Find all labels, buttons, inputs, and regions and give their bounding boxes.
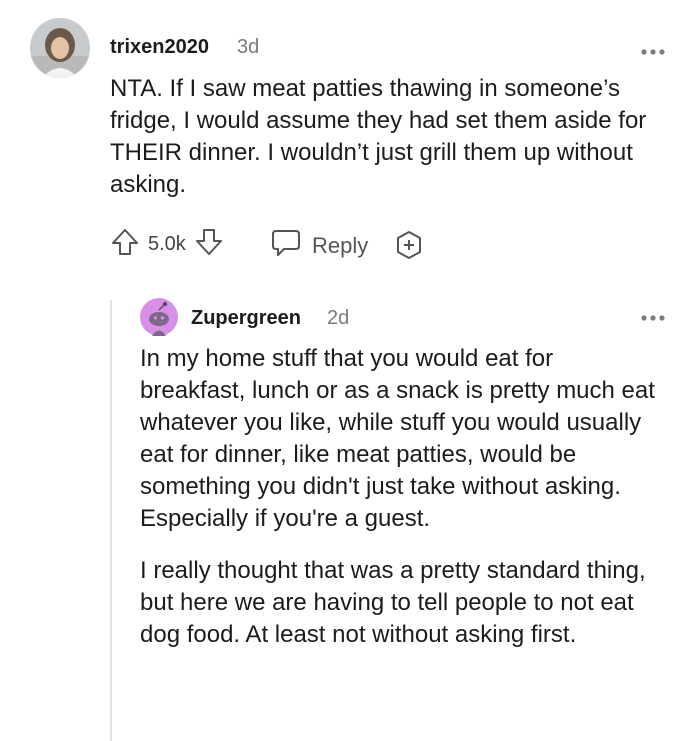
vote-controls: 5.0k bbox=[110, 227, 224, 262]
vote-count: 5.0k bbox=[148, 233, 186, 255]
reply-paragraph: I really thought that was a pretty stand… bbox=[140, 557, 646, 648]
reply-label: Reply bbox=[312, 232, 369, 258]
reply-paragraph: In my home stuff that you would eat for … bbox=[140, 345, 655, 532]
reply-button[interactable]: Reply bbox=[270, 228, 368, 263]
award-button[interactable] bbox=[393, 229, 425, 266]
arrow-down-outline-icon[interactable] bbox=[194, 227, 224, 262]
snoo-avatar-icon bbox=[140, 298, 178, 336]
comment-body: NTA. If I saw meat patties thawing in so… bbox=[110, 73, 670, 201]
reply-avatar[interactable] bbox=[140, 298, 178, 336]
ellipsis-icon[interactable] bbox=[640, 44, 666, 56]
reply-username[interactable]: Zupergreen bbox=[191, 307, 301, 330]
user-avatar[interactable] bbox=[30, 18, 90, 78]
comment-body-text: NTA. If I saw meat patties thawing in so… bbox=[110, 75, 647, 198]
reply-timestamp: 2d bbox=[327, 307, 350, 329]
arrow-up-outline-icon[interactable] bbox=[110, 227, 140, 262]
comment-username[interactable]: trixen2020 bbox=[110, 36, 209, 59]
ellipsis-icon[interactable] bbox=[640, 310, 666, 322]
profile-photo-icon bbox=[30, 18, 90, 78]
plus-circle-icon bbox=[393, 229, 425, 266]
reply-body: In my home stuff that you would eat for … bbox=[140, 343, 665, 651]
thread-line[interactable] bbox=[110, 300, 112, 741]
comment-timestamp: 3d bbox=[237, 36, 260, 58]
speech-bubble-icon bbox=[270, 228, 302, 263]
